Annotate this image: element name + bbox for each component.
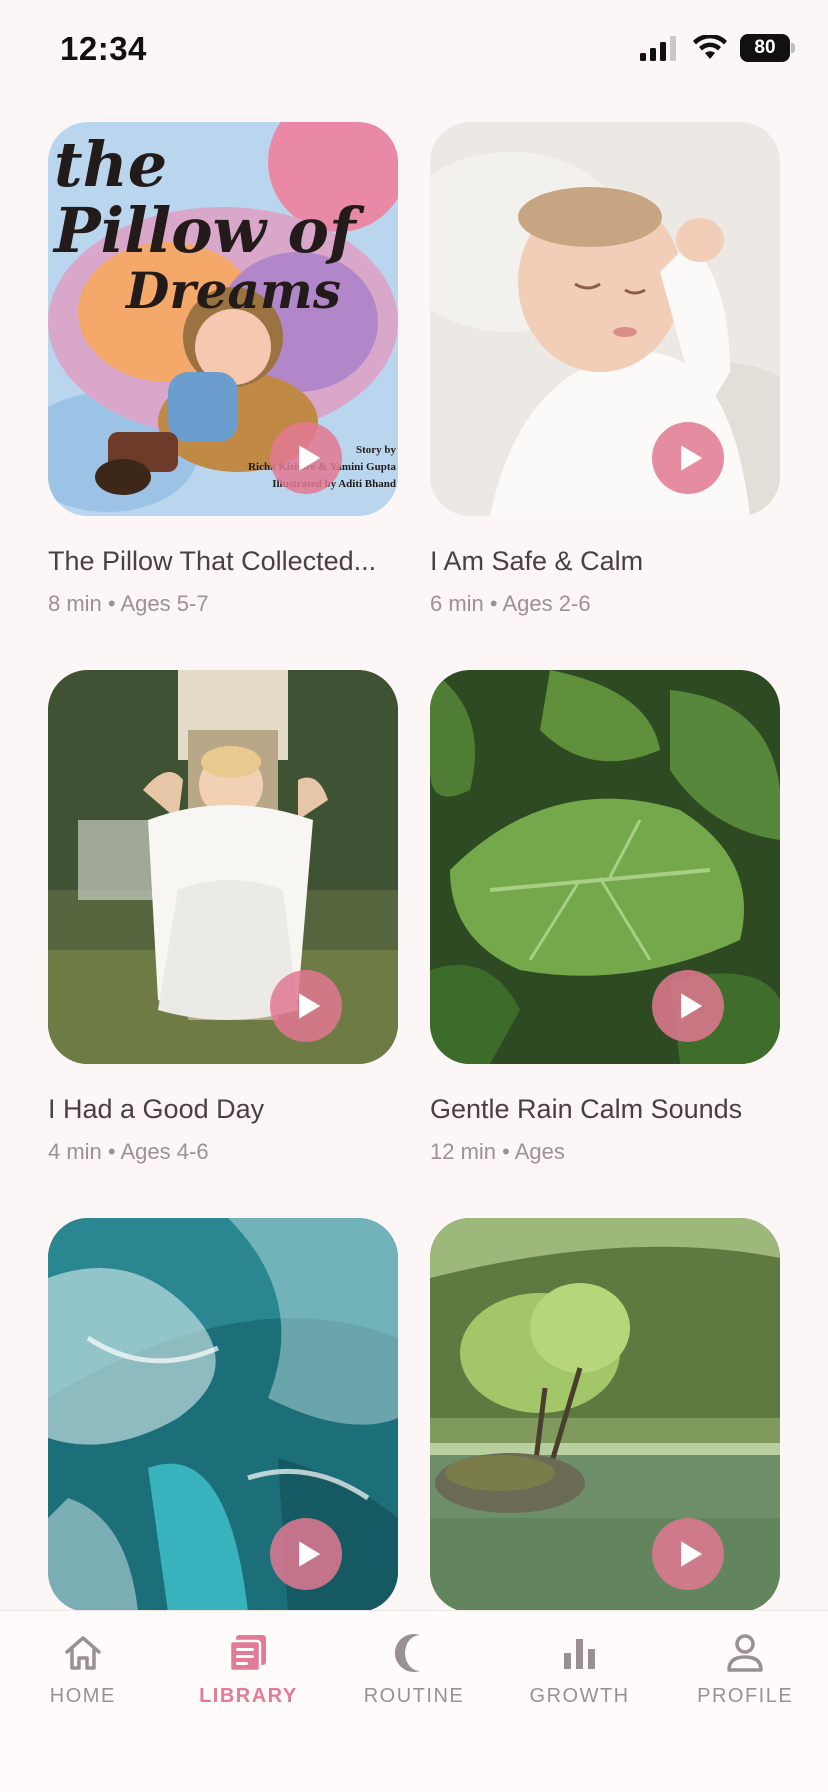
- play-button[interactable]: [270, 422, 342, 494]
- play-button[interactable]: [652, 1518, 724, 1590]
- play-icon: [298, 993, 320, 1019]
- nav-routine[interactable]: ROUTINE: [331, 1611, 497, 1792]
- nav-label: LIBRARY: [199, 1685, 298, 1707]
- story-card[interactable]: I Had a Good Day 4 min • Ages 4-6: [48, 670, 398, 1218]
- play-button[interactable]: [270, 1518, 342, 1590]
- cover-title: the Pillow of Dreams: [54, 128, 356, 320]
- card-title[interactable]: Gentle Rain Calm Sounds: [430, 1094, 790, 1125]
- nav-home[interactable]: HOME: [0, 1611, 166, 1792]
- play-icon: [298, 445, 320, 471]
- profile-icon: [727, 1634, 763, 1672]
- bottom-nav: HOME LIBRARY ROUTINE GROWTH PROFILE: [0, 1610, 828, 1792]
- story-card[interactable]: I Am Safe & Calm 6 min • Ages 2-6: [430, 122, 780, 670]
- home-icon: [65, 1636, 101, 1670]
- play-icon: [298, 1541, 320, 1567]
- card-title[interactable]: I Had a Good Day: [48, 1094, 408, 1125]
- nav-label: GROWTH: [529, 1685, 630, 1707]
- nav-growth[interactable]: GROWTH: [497, 1611, 663, 1792]
- ocean-waves-image: [48, 1218, 398, 1612]
- library-grid: the Pillow of Dreams Story by Richa Kish…: [48, 122, 780, 1766]
- library-icon: [229, 1635, 267, 1673]
- nav-label: PROFILE: [697, 1685, 794, 1707]
- nav-library[interactable]: LIBRARY: [166, 1611, 332, 1792]
- battery-indicator: 80: [740, 34, 795, 62]
- status-time: 12:34: [60, 30, 147, 67]
- play-icon: [680, 445, 702, 471]
- card-meta: 8 min • Ages 5-7: [48, 591, 209, 616]
- bar-chart-icon: [563, 1639, 595, 1669]
- rain-leaves-image: [430, 670, 780, 1064]
- card-title[interactable]: The Pillow That Collected...: [48, 546, 408, 577]
- status-bar: 12:34 80: [0, 0, 828, 100]
- sleeping-baby-image: [430, 122, 780, 516]
- play-button[interactable]: [270, 970, 342, 1042]
- toddler-walking-image: [48, 670, 398, 1064]
- library-screen: 12:34 80 the Pillow of Dreams Story by R…: [0, 0, 828, 1792]
- story-thumbnail[interactable]: [48, 1218, 398, 1612]
- status-icons: 80: [640, 34, 795, 62]
- card-title[interactable]: I Am Safe & Calm: [430, 546, 790, 577]
- card-meta: 6 min • Ages 2-6: [430, 591, 591, 616]
- lake-island-image: [430, 1218, 780, 1612]
- wifi-icon: [693, 35, 727, 59]
- story-card[interactable]: Gentle Rain Calm Sounds 12 min • Ages: [430, 670, 780, 1218]
- play-icon: [680, 993, 702, 1019]
- story-thumbnail[interactable]: [48, 670, 398, 1064]
- card-meta: 4 min • Ages 4-6: [48, 1139, 209, 1164]
- play-button[interactable]: [652, 422, 724, 494]
- play-button[interactable]: [652, 970, 724, 1042]
- nav-label: HOME: [49, 1685, 116, 1707]
- story-thumbnail[interactable]: [430, 122, 780, 516]
- story-thumbnail[interactable]: [430, 670, 780, 1064]
- nav-profile[interactable]: PROFILE: [662, 1611, 828, 1792]
- moon-icon: [394, 1634, 420, 1672]
- story-card[interactable]: the Pillow of Dreams Story by Richa Kish…: [48, 122, 398, 670]
- story-thumbnail[interactable]: the Pillow of Dreams Story by Richa Kish…: [48, 122, 398, 516]
- card-meta: 12 min • Ages: [430, 1139, 565, 1164]
- nav-label: ROUTINE: [363, 1685, 465, 1707]
- signal-icon: [640, 36, 676, 61]
- play-icon: [680, 1541, 702, 1567]
- story-thumbnail[interactable]: [430, 1218, 780, 1612]
